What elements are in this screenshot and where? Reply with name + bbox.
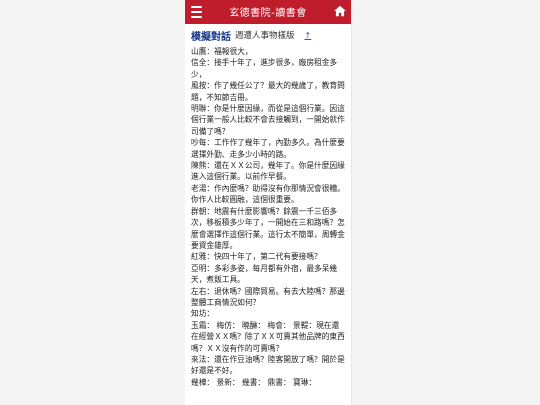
dialogue-line: 幾樺： 景新： 幾書： 鼎書： 寶琳： — [191, 377, 317, 387]
mobile-page: 玄德書院-讀書會 模擬對話 週遭人事物樣版 ↑ 山鷹：福報很大， 信全：接手十年… — [185, 0, 351, 405]
top-bar: 玄德書院-讀書會 — [185, 0, 351, 24]
left-background — [0, 0, 186, 405]
dialogue-line: 信全：接手十年了，進步很多，廠房租金多少， — [191, 58, 338, 79]
dialogue-line: 紅雅：快四十年了，第二代有要接嗎？ — [191, 252, 322, 262]
dialogue-line: 群朝：地震有什麼影響嗎？餘震一千三佰多次，移板積多少年了，一開始在三和路嗎？怎麼… — [191, 206, 345, 250]
dialogue-line: 山鷹：福報很大， — [191, 47, 253, 56]
page-title: 模擬對話 — [191, 31, 231, 43]
hamburger-menu-icon[interactable] — [191, 6, 202, 18]
site-title: 玄德書院-讀書會 — [229, 8, 307, 19]
dialogue-line: 來法：還在作豆油嗎？陸客開放了嗎？開於是好還是不好。 — [191, 354, 345, 376]
back-to-top-link[interactable]: ↑ — [305, 31, 312, 40]
dialogue-line: 玉霜： 梅仿： 曉醂： 梅會： 景鞮：現在還在經營ＸＸ嗎？除了ＸＸ可賣其他品牌的… — [191, 320, 345, 353]
dialogue-line: 知坊： — [191, 309, 215, 319]
home-icon[interactable] — [333, 4, 347, 18]
dialogue-line: 陳熊：還在ＸＸ公司，幾年了。你是什麼因緣進入這個行業。以前作早餐。 — [191, 161, 345, 182]
dialogue-line: 老湯：作內麼嗎？助得沒有你那情況會很糟。你作人比較圓融，這個很重要。 — [191, 183, 345, 205]
dialogue-line: 吵每：工作作了幾年了，內勤多久。為什麼要選擇外勤、走多少小時的路。 — [191, 138, 345, 159]
dialogue-line: 亞明：多彩多姿，每月都有外宿，最多呆幾天，煮飯工具。 — [191, 263, 338, 285]
dialogue-list: 山鷹：福報很大， 信全：接手十年了，進步很多，廠房租金多少， 風按：作了幾任公了… — [185, 42, 351, 388]
dialogue-line: 明聯：你是什麼因緣，而從是這個行業。因這個行業一般人比較不會去接觸到，一開始就作… — [191, 104, 345, 136]
page-heading-row: 模擬對話 週遭人事物樣版 ↑ — [185, 24, 351, 43]
dialogue-line: 風按：作了幾任公了？最大的幾歲了，教育問題，不知節吉冊。 — [191, 81, 345, 102]
right-background — [351, 0, 540, 405]
page-subtitle: 週遭人事物樣版 — [235, 31, 295, 41]
dialogue-line: 左右：退休嗎？國際貿易。有去大陸嗎？那邊整體工商情況如何？ — [191, 286, 345, 307]
